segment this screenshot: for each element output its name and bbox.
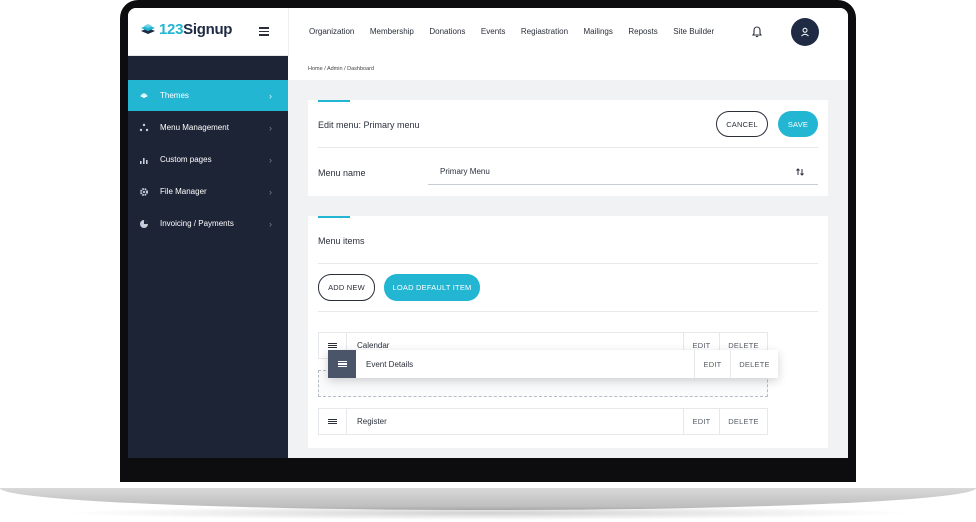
topnav-reports[interactable]: Reposts bbox=[628, 27, 657, 36]
logo-text: 123Signup bbox=[159, 21, 233, 38]
sidebar-item-themes[interactable]: Themes › bbox=[128, 80, 288, 111]
edit-button[interactable]: EDIT bbox=[694, 350, 730, 378]
sidebar: Themes › Menu Management › Custom pages … bbox=[128, 56, 288, 458]
sidebar-item-label: Custom pages bbox=[160, 155, 212, 164]
menu-items-title: Menu items bbox=[318, 236, 365, 246]
bell-icon[interactable] bbox=[752, 26, 762, 38]
drag-handle-icon[interactable] bbox=[328, 350, 356, 378]
cancel-button[interactable]: CANCEL bbox=[716, 111, 768, 137]
sidebar-item-invoicing-payments[interactable]: Invoicing / Payments › bbox=[128, 208, 288, 239]
list-item: Register EDIT DELETE bbox=[318, 408, 768, 435]
menu-items-card: Menu items ADD NEW LOAD DEFAULT ITEM Cal… bbox=[308, 216, 828, 448]
user-icon bbox=[801, 27, 809, 37]
chevron-right-icon: › bbox=[269, 122, 272, 133]
drag-handle-icon[interactable] bbox=[319, 409, 347, 434]
topnav-mailings[interactable]: Mailings bbox=[584, 27, 613, 36]
chevron-right-icon: › bbox=[269, 90, 272, 101]
delete-button[interactable]: DELETE bbox=[719, 409, 767, 434]
chevron-right-icon: › bbox=[269, 154, 272, 165]
nodes-icon bbox=[139, 123, 149, 131]
laptop-shadow bbox=[60, 506, 916, 520]
chevron-right-icon: › bbox=[269, 218, 272, 229]
dragging-list-item[interactable]: Event Details EDIT DELETE bbox=[328, 350, 778, 378]
app-screen: 123Signup Organization Membership Donati… bbox=[128, 8, 848, 458]
divider bbox=[318, 311, 818, 312]
divider bbox=[318, 147, 818, 148]
topnav-donations[interactable]: Donations bbox=[429, 27, 465, 36]
sidebar-item-label: Themes bbox=[160, 91, 189, 100]
topnav-membership[interactable]: Membership bbox=[370, 27, 414, 36]
chart-icon bbox=[140, 157, 148, 164]
divider bbox=[318, 263, 818, 264]
load-default-item-button[interactable]: LOAD DEFAULT ITEM bbox=[384, 274, 480, 301]
menu-name-input[interactable] bbox=[428, 159, 818, 185]
breadcrumb: Home / Admin / Dashboard bbox=[288, 56, 848, 80]
delete-button[interactable]: DELETE bbox=[730, 350, 778, 378]
topnav-events[interactable]: Events bbox=[481, 27, 505, 36]
sidebar-item-file-manager[interactable]: File Manager › bbox=[128, 176, 288, 207]
menu-item-label: Calendar bbox=[357, 341, 390, 350]
hamburger-icon[interactable] bbox=[259, 27, 269, 36]
topnav-registration[interactable]: Regiastration bbox=[521, 27, 568, 36]
top-nav: Organization Membership Donations Events… bbox=[309, 27, 730, 36]
edit-menu-title: Edit menu: Primary menu bbox=[318, 120, 420, 130]
logo[interactable]: 123Signup bbox=[140, 21, 232, 38]
avatar[interactable] bbox=[791, 18, 819, 46]
sidebar-item-menu-management[interactable]: Menu Management › bbox=[128, 112, 288, 143]
gear-icon bbox=[140, 187, 148, 196]
sidebar-item-label: Menu Management bbox=[160, 123, 229, 132]
edit-button[interactable]: EDIT bbox=[683, 409, 719, 434]
topnav-organization[interactable]: Organization bbox=[309, 27, 354, 36]
sidebar-item-label: File Manager bbox=[160, 187, 207, 196]
sort-icon[interactable] bbox=[795, 167, 805, 177]
menu-item-label: Event Details bbox=[366, 359, 414, 369]
card-accent bbox=[318, 216, 350, 218]
sidebar-item-label: Invoicing / Payments bbox=[160, 219, 234, 228]
save-button[interactable]: SAVE bbox=[778, 111, 818, 137]
logo-area: 123Signup bbox=[128, 8, 288, 56]
add-new-button[interactable]: ADD NEW bbox=[318, 274, 375, 301]
sidebar-item-custom-pages[interactable]: Custom pages › bbox=[128, 144, 288, 175]
menu-item-label: Register bbox=[357, 417, 387, 426]
top-navigation-bar: Organization Membership Donations Events… bbox=[288, 8, 848, 56]
layers-icon bbox=[140, 92, 148, 98]
topnav-site-builder[interactable]: Site Builder bbox=[673, 27, 714, 36]
logo-mark-icon bbox=[141, 23, 155, 34]
card-accent bbox=[318, 100, 350, 102]
pie-icon bbox=[140, 219, 148, 228]
chevron-right-icon: › bbox=[269, 186, 272, 197]
menu-name-label: Menu name bbox=[318, 168, 366, 178]
edit-menu-card: Edit menu: Primary menu CANCEL SAVE Menu… bbox=[308, 100, 828, 196]
